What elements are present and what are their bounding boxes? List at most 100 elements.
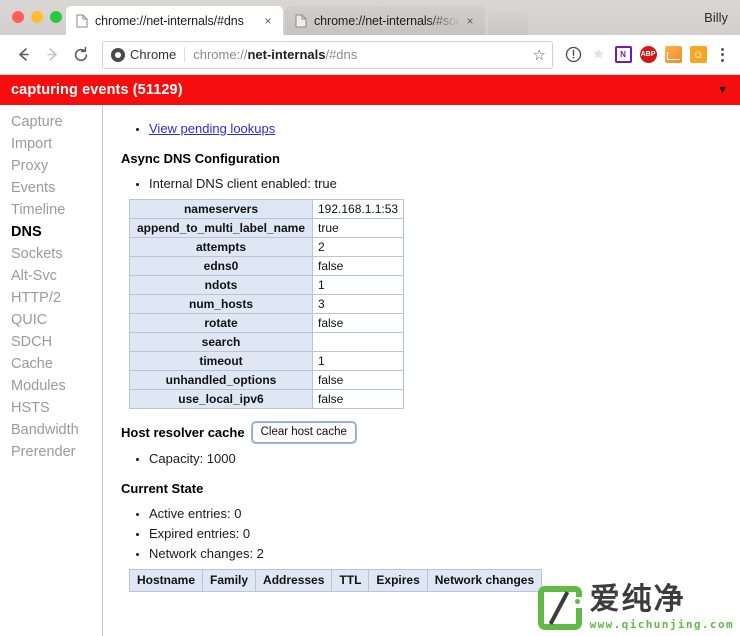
config-value: 1 (311, 351, 405, 371)
host-cache-table: Hostname Family Addresses TTL Expires Ne… (128, 569, 543, 592)
sidebar-item-quic[interactable]: QUIC (0, 309, 102, 331)
clear-host-cache-button[interactable]: Clear host cache (251, 422, 356, 443)
column-header-expires[interactable]: Expires (368, 569, 428, 592)
config-value: false (311, 313, 405, 333)
table-row: timeout 1 (129, 351, 405, 371)
list-item: Capacity: 1000 (149, 449, 740, 468)
table-row: search (129, 332, 405, 352)
column-header-addresses[interactable]: Addresses (255, 569, 333, 592)
column-header-hostname[interactable]: Hostname (128, 569, 204, 592)
table-header-row: Hostname Family Addresses TTL Expires Ne… (128, 569, 543, 592)
config-value: false (311, 389, 405, 409)
table-row: ndots 1 (129, 275, 405, 295)
sidebar-item-alt-svc[interactable]: Alt-Svc (0, 265, 102, 287)
site-identity-label: Chrome (130, 47, 177, 62)
maximize-window-button[interactable] (50, 11, 62, 23)
onenote-extension-icon[interactable]: N (611, 43, 635, 67)
tab-sockets[interactable]: chrome://net-internals/#socke × (285, 6, 485, 35)
adblock-plus-extension-icon[interactable]: ABP (636, 43, 660, 67)
sidebar-item-prerender[interactable]: Prerender (0, 441, 102, 463)
site-identity-chip[interactable]: Chrome (111, 47, 186, 62)
view-pending-lookups-link[interactable]: View pending lookups (149, 121, 275, 136)
column-header-network-changes[interactable]: Network changes (426, 569, 543, 592)
dns-panel: View pending lookups Async DNS Configura… (103, 105, 740, 636)
config-key: search (129, 332, 313, 352)
sidebar-item-import[interactable]: Import (0, 133, 102, 155)
page-icon (295, 14, 307, 28)
table-row: edns0 false (129, 256, 405, 276)
forward-icon (39, 42, 65, 68)
sidebar-item-timeline[interactable]: Timeline (0, 199, 102, 221)
browser-toolbar: Chrome chrome://net-internals/#dns ☆ N A… (0, 35, 740, 75)
table-row: use_local_ipv6 false (129, 389, 405, 409)
list-item: View pending lookups (149, 119, 740, 138)
config-value: 2 (311, 237, 405, 257)
host-resolver-cache-title: Host resolver cache (121, 425, 245, 440)
sidebar-item-sockets[interactable]: Sockets (0, 243, 102, 265)
page-icon (76, 14, 88, 28)
host-resolver-cache-header: Host resolver cache Clear host cache (113, 422, 740, 443)
profile-name[interactable]: Billy (704, 10, 728, 25)
tab-title: chrome://net-internals/#socke (314, 13, 459, 28)
onenote-glyph: N (614, 46, 632, 63)
config-key: use_local_ipv6 (129, 389, 313, 409)
config-key: nameservers (129, 199, 313, 219)
sidebar-item-events[interactable]: Events (0, 177, 102, 199)
pumpkin-extension-icon[interactable]: ☺ (686, 43, 710, 67)
config-key: unhandled_options (129, 370, 313, 390)
current-state-heading: Current State (121, 481, 204, 496)
config-key: timeout (129, 351, 313, 371)
pumpkin-glyph: ☺ (689, 46, 707, 63)
table-row: unhandled_options false (129, 370, 405, 390)
config-value: 3 (311, 294, 405, 314)
faded-extension-icon (586, 43, 610, 67)
tab-title: chrome://net-internals/#dns (95, 13, 244, 28)
sidebar-item-proxy[interactable]: Proxy (0, 155, 102, 177)
config-key: append_to_multi_label_name (129, 218, 313, 238)
table-row: nameservers 192.168.1.1:53 (129, 199, 405, 219)
close-window-button[interactable] (12, 11, 24, 23)
column-header-family[interactable]: Family (202, 569, 257, 592)
sidebar-item-hsts[interactable]: HSTS (0, 397, 102, 419)
info-circle-icon[interactable] (561, 43, 585, 67)
chevron-down-icon[interactable]: ▼ (717, 84, 730, 96)
config-key: num_hosts (129, 294, 313, 314)
tab-dns[interactable]: chrome://net-internals/#dns × (66, 6, 283, 35)
chart-glyph (664, 46, 682, 63)
new-tab-button[interactable] (488, 13, 528, 35)
list-item: Active entries: 0 (149, 504, 740, 523)
sidebar-item-sdch[interactable]: SDCH (0, 331, 102, 353)
close-tab-button[interactable]: × (261, 15, 275, 27)
table-row: attempts 2 (129, 237, 405, 257)
config-key: edns0 (129, 256, 313, 276)
list-item: Internal DNS client enabled: true (149, 174, 740, 193)
reload-icon[interactable] (68, 42, 94, 68)
url-suffix: /#dns (325, 47, 358, 62)
minimize-window-button[interactable] (31, 11, 43, 23)
sidebar-item-modules[interactable]: Modules (0, 375, 102, 397)
list-item: Network changes: 2 (149, 544, 740, 563)
sidebar-item-capture[interactable]: Capture (0, 111, 102, 133)
sidebar-item-http2[interactable]: HTTP/2 (0, 287, 102, 309)
sidebar-item-dns[interactable]: DNS (0, 221, 102, 243)
config-value (311, 332, 405, 352)
close-tab-button[interactable]: × (463, 15, 477, 27)
async-dns-config-table: nameservers 192.168.1.1:53 append_to_mul… (129, 199, 405, 409)
chart-extension-icon[interactable] (661, 43, 685, 67)
chrome-logo-icon (111, 47, 125, 62)
config-key: rotate (129, 313, 313, 333)
window-traffic-lights (12, 11, 62, 23)
bookmark-star-icon[interactable]: ☆ (527, 46, 546, 64)
async-dns-configuration-heading: Async DNS Configuration (121, 151, 280, 166)
capturing-events-banner: capturing events (51129) ▼ (0, 75, 740, 105)
net-internals-page: Capture Import Proxy Events Timeline DNS… (0, 105, 740, 636)
sidebar-item-cache[interactable]: Cache (0, 353, 102, 375)
table-row: append_to_multi_label_name true (129, 218, 405, 238)
chrome-menu-icon[interactable] (713, 43, 731, 67)
sidebar-nav: Capture Import Proxy Events Timeline DNS… (0, 105, 103, 636)
column-header-ttl[interactable]: TTL (331, 569, 370, 592)
sidebar-item-bandwidth[interactable]: Bandwidth (0, 419, 102, 441)
address-bar[interactable]: Chrome chrome://net-internals/#dns ☆ (102, 40, 553, 69)
back-icon[interactable] (10, 42, 36, 68)
config-value: 1 (311, 275, 405, 295)
